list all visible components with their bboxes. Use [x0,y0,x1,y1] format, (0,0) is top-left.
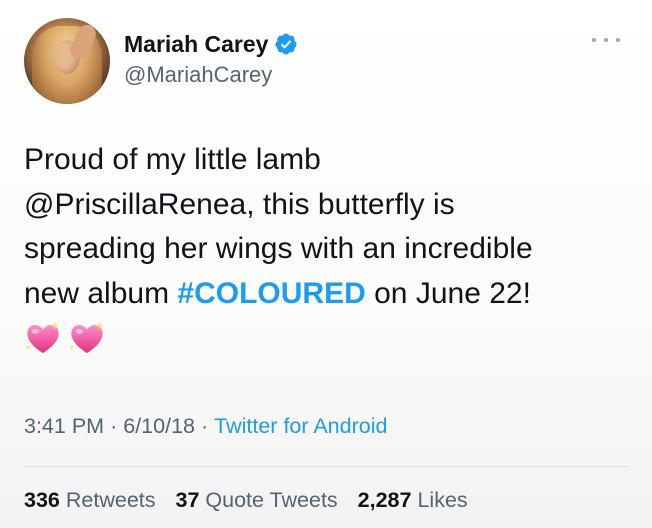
tweet-line-4-prefix: new album [24,276,178,310]
separator: · [200,414,209,438]
tweet-stats: 336 Retweets 37 Quote Tweets 2,287 Likes [24,488,482,513]
tweet-line-2: @PriscillaRenea, this butterfly is [24,187,455,221]
tweet-line-4-suffix: on June 22! [365,276,531,310]
likes-count: 2,287 [357,488,412,512]
retweets-label: Retweets [65,488,156,512]
dot-icon [616,38,620,42]
verified-badge-icon [275,33,297,55]
likes-stat[interactable]: 2,287 Likes [358,488,468,512]
sparkling-heart-emoji-icon [69,321,104,354]
retweets-stat[interactable]: 336 Retweets [24,488,156,512]
quote-tweets-stat[interactable]: 37 Quote Tweets [175,488,337,512]
separator: · [110,414,118,438]
tweet-meta: 3:41 PM · 6/10/18 · Twitter for Android [24,414,387,439]
tweet-time[interactable]: 3:41 PM [24,414,104,438]
dot-icon [592,38,596,42]
name-row: Mariah Carey [124,30,298,58]
sparkling-heart-emoji-icon [25,321,60,354]
display-name[interactable]: Mariah Carey [124,30,268,58]
quote-tweets-label: Quote Tweets [205,488,338,512]
tweet-date[interactable]: 6/10/18 [123,414,195,438]
tweet-line-4: new album #COLOURED on June 22! [24,272,634,317]
tweet-source-link[interactable]: Twitter for Android [214,414,387,438]
tweet-text: Proud of my little lamb @PriscillaRenea,… [24,138,634,358]
quote-tweets-count: 37 [175,488,200,512]
likes-label: Likes [417,488,468,512]
tweet-line-3: spreading her wings with an incredible [24,232,533,265]
avatar[interactable] [24,18,110,104]
tweet-card: Mariah Carey @MariahCarey Proud of my li… [0,0,652,528]
emoji-row [24,318,634,358]
retweets-count: 336 [24,488,60,512]
hashtag-link[interactable]: #COLOURED [177,277,365,310]
dot-icon [604,38,608,42]
divider [24,466,628,467]
user-handle[interactable]: @MariahCarey [124,62,298,88]
tweet-line-1: Proud of my little lamb [24,143,321,176]
user-info: Mariah Carey @MariahCarey [124,30,298,88]
tweet-header: Mariah Carey @MariahCarey [24,18,628,104]
more-options-icon[interactable] [592,34,620,46]
